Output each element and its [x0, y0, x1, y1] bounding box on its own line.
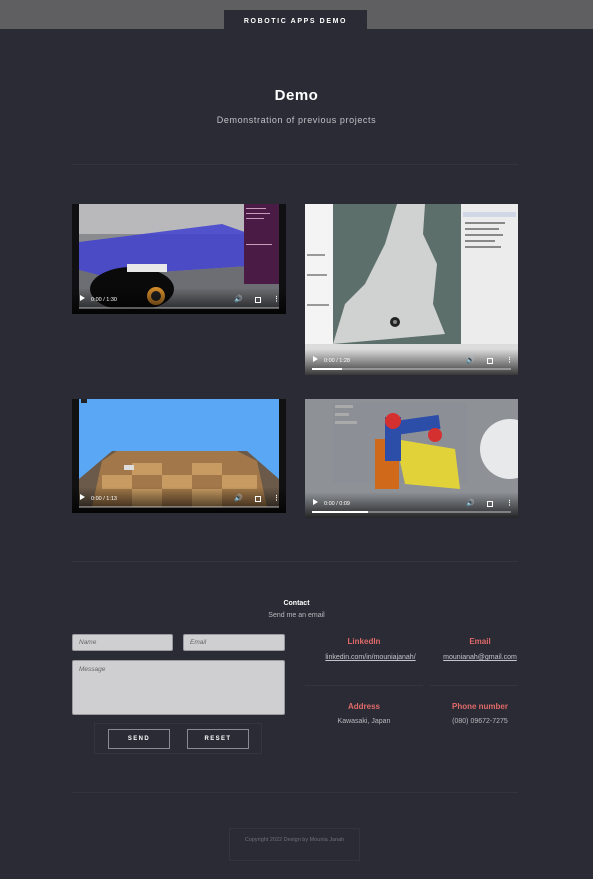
fullscreen-icon[interactable] — [487, 501, 493, 507]
phone-label: Phone number — [451, 702, 508, 711]
volume-icon[interactable]: 🔊 — [466, 499, 475, 507]
play-icon[interactable] — [80, 295, 85, 301]
divider — [72, 164, 518, 165]
video-player-4[interactable]: 0:00 / 0:09 🔊 ⋮ — [305, 399, 518, 518]
fullscreen-icon[interactable] — [255, 297, 261, 303]
video-player-1[interactable]: 0:00 / 1:30 🔊 ⋮ — [72, 204, 286, 314]
more-options-icon[interactable]: ⋮ — [506, 356, 513, 364]
linkedin-link[interactable]: linkedin.com/in/mouniajanah/ — [305, 654, 436, 661]
email-label: Email — [469, 637, 491, 646]
page-title: Demo — [274, 87, 319, 104]
video-progress-1[interactable] — [79, 307, 279, 309]
name-field[interactable] — [72, 634, 173, 651]
video-controls-3: 0:00 / 1:13 🔊 ⋮ — [72, 487, 286, 513]
volume-icon[interactable]: 🔊 — [466, 356, 475, 364]
video-time-4: 0:00 / 0:09 — [324, 501, 350, 507]
video-controls-4: 0:00 / 0:09 🔊 ⋮ — [305, 492, 518, 518]
linkedin-label: LinkedIn — [347, 637, 381, 646]
video-time-1: 0:00 / 1:30 — [91, 297, 117, 303]
reset-button[interactable]: RESET — [187, 729, 249, 749]
divider — [430, 685, 518, 686]
play-icon[interactable] — [313, 356, 318, 362]
video-controls-1: 0:00 / 1:30 🔊 ⋮ — [72, 288, 286, 314]
contact-title: Contact — [283, 600, 310, 607]
divider — [305, 685, 423, 686]
message-field[interactable] — [72, 660, 285, 715]
divider — [72, 561, 518, 562]
address-value: Kawasaki, Japan — [337, 718, 391, 725]
fullscreen-icon[interactable] — [487, 358, 493, 364]
play-icon[interactable] — [313, 499, 318, 505]
email-field[interactable] — [183, 634, 285, 651]
more-options-icon[interactable]: ⋮ — [506, 499, 513, 507]
video-player-2[interactable]: 0:00 / 1:28 🔊 ⋮ — [305, 204, 518, 375]
video-time-2: 0:00 / 1:28 — [324, 358, 350, 364]
video-time-3: 0:00 / 1:13 — [91, 496, 117, 502]
footer-frame — [229, 828, 360, 861]
more-options-icon[interactable]: ⋮ — [273, 494, 280, 502]
fullscreen-icon[interactable] — [255, 496, 261, 502]
video-progress-fill-2 — [312, 368, 342, 370]
phone-value: (080) 09672-7275 — [452, 718, 508, 725]
video-progress-2[interactable] — [312, 368, 511, 370]
divider — [72, 792, 518, 793]
play-icon[interactable] — [80, 494, 85, 500]
video-controls-2: 0:00 / 1:28 🔊 ⋮ — [305, 349, 518, 375]
site-brand[interactable]: ROBOTIC APPS DEMO — [224, 10, 367, 33]
footer-copyright: Copyright 2022 Design by Mounia Janah — [244, 837, 345, 843]
contact-subtitle: Send me an email — [268, 612, 325, 619]
video-progress-fill-4 — [312, 511, 368, 513]
more-options-icon[interactable]: ⋮ — [273, 295, 280, 303]
page-subtitle: Demonstration of previous projects — [216, 115, 377, 125]
video-progress-3[interactable] — [79, 506, 279, 508]
video-progress-4[interactable] — [312, 511, 511, 513]
send-button[interactable]: SEND — [108, 729, 170, 749]
video-player-3[interactable]: 0:00 / 1:13 🔊 ⋮ — [72, 399, 286, 513]
volume-icon[interactable]: 🔊 — [234, 295, 243, 303]
email-link[interactable]: mounianah@gmail.com — [436, 654, 524, 661]
address-label: Address — [347, 702, 380, 711]
volume-icon[interactable]: 🔊 — [234, 494, 243, 502]
